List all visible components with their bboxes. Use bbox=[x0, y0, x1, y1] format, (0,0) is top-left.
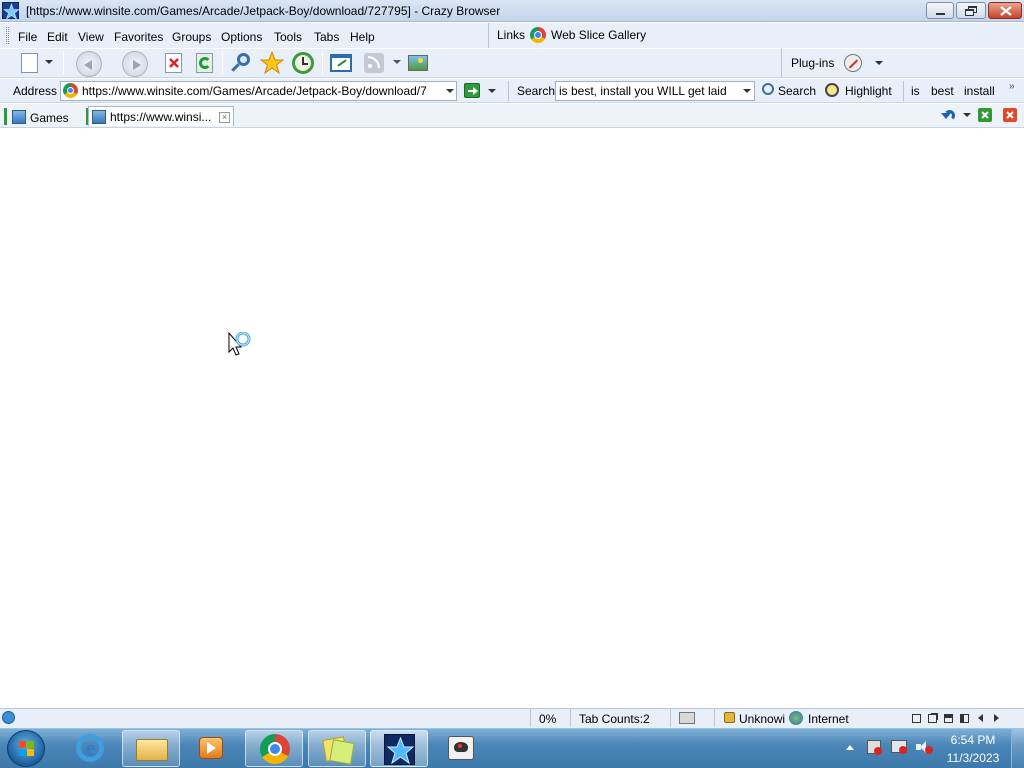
menu-options[interactable]: Options bbox=[221, 30, 262, 44]
menu-file[interactable]: File bbox=[18, 30, 37, 44]
chrome-icon bbox=[530, 27, 546, 43]
forward-icon[interactable] bbox=[122, 51, 148, 77]
tab-marker bbox=[4, 108, 7, 125]
taskbar-chrome-icon[interactable] bbox=[245, 730, 303, 767]
next-tab-icon[interactable] bbox=[994, 714, 999, 722]
status-bar bbox=[0, 708, 1024, 728]
chevron-down-icon[interactable] bbox=[743, 89, 751, 93]
taskbar-game-icon[interactable] bbox=[432, 730, 490, 767]
tab-label: Games bbox=[30, 111, 69, 125]
action-center-icon[interactable] bbox=[867, 740, 882, 755]
new-page-icon[interactable] bbox=[18, 51, 42, 75]
page-icon bbox=[12, 110, 26, 124]
title-bar: [https://www.winsite.com/Games/Arcade/Je… bbox=[0, 0, 1024, 22]
restore-button[interactable] bbox=[956, 2, 986, 19]
layout-single-icon[interactable] bbox=[912, 714, 921, 723]
tab-games[interactable]: Games bbox=[8, 106, 80, 126]
highlight-button[interactable]: Highlight bbox=[845, 84, 892, 98]
menu-view[interactable]: View bbox=[78, 30, 104, 44]
search-icon bbox=[762, 83, 774, 95]
back-icon[interactable] bbox=[76, 51, 102, 77]
menu-edit[interactable]: Edit bbox=[47, 30, 68, 44]
chevron-down-icon[interactable] bbox=[875, 61, 883, 65]
chevron-down-icon[interactable] bbox=[963, 113, 971, 117]
menu-tools[interactable]: Tools bbox=[274, 30, 302, 44]
new-window-icon[interactable] bbox=[329, 51, 353, 75]
image-viewer-icon[interactable] bbox=[406, 51, 430, 75]
favorites-star-icon[interactable] bbox=[259, 50, 285, 75]
taskbar-explorer-icon[interactable] bbox=[122, 730, 180, 767]
links-label: Links bbox=[497, 28, 526, 42]
show-desktop-button[interactable] bbox=[1011, 729, 1024, 768]
busy-cursor-icon bbox=[228, 331, 256, 361]
tab-active[interactable]: https://www.winsi... × bbox=[88, 106, 234, 126]
clock-date[interactable]: 11/3/2023 bbox=[945, 751, 1001, 765]
chevron-down-icon[interactable] bbox=[45, 60, 53, 64]
chevron-down-icon[interactable] bbox=[446, 89, 454, 93]
address-label: Address bbox=[13, 84, 58, 98]
ie-page-icon bbox=[2, 711, 15, 724]
plugins-label[interactable]: Plug-ins bbox=[791, 56, 834, 70]
chrome-icon bbox=[63, 83, 78, 98]
zone-status: Internet bbox=[808, 712, 849, 726]
go-arrow-icon[interactable] bbox=[464, 83, 480, 98]
menu-tabs[interactable]: Tabs bbox=[314, 30, 339, 44]
address-input[interactable]: https://www.winsite.com/Games/Arcade/Jet… bbox=[82, 84, 437, 98]
show-hidden-icons-icon[interactable] bbox=[846, 745, 854, 750]
printer-icon[interactable] bbox=[679, 712, 695, 724]
layout-vertical-icon[interactable] bbox=[960, 714, 969, 723]
lock-icon bbox=[724, 712, 735, 723]
stop-icon[interactable] bbox=[162, 51, 186, 75]
search-button[interactable]: Search bbox=[778, 84, 816, 98]
plugin-icon[interactable] bbox=[844, 54, 862, 72]
taskbar-ie-icon[interactable]: e bbox=[62, 730, 120, 767]
clock-time[interactable]: 6:54 PM bbox=[945, 733, 1001, 747]
highlight-icon bbox=[825, 83, 839, 97]
taskbar-sticky-notes-icon[interactable] bbox=[308, 730, 366, 767]
layout-horizontal-icon[interactable] bbox=[944, 714, 953, 723]
taskbar-media-player-icon[interactable] bbox=[182, 730, 240, 767]
search-icon[interactable] bbox=[229, 51, 253, 75]
security-status: Unknowi bbox=[739, 712, 785, 726]
layout-cascade-icon[interactable] bbox=[928, 714, 937, 723]
search-input[interactable]: is best, install you WILL get laid bbox=[559, 84, 739, 98]
network-icon[interactable] bbox=[891, 740, 907, 754]
page-icon bbox=[92, 110, 106, 124]
page-content[interactable] bbox=[0, 129, 1024, 708]
search-term-chip[interactable]: best bbox=[931, 84, 954, 98]
prev-tab-icon[interactable] bbox=[978, 714, 983, 722]
search-term-chip[interactable]: install bbox=[964, 84, 995, 98]
chevron-down-icon[interactable] bbox=[393, 60, 401, 64]
progress-text: 0% bbox=[539, 712, 557, 726]
close-other-tabs-icon[interactable] bbox=[978, 108, 992, 122]
web-slice-gallery-link[interactable]: Web Slice Gallery bbox=[551, 28, 646, 42]
window-title: [https://www.winsite.com/Games/Arcade/Je… bbox=[26, 4, 501, 18]
undo-icon[interactable] bbox=[940, 107, 956, 123]
chevron-double-right-icon[interactable]: » bbox=[1009, 81, 1015, 92]
toolbar bbox=[0, 48, 1024, 78]
menu-help[interactable]: Help bbox=[350, 30, 375, 44]
tab-counts: Tab Counts:2 bbox=[579, 712, 650, 726]
rss-feed-icon[interactable] bbox=[362, 51, 386, 75]
search-label: Search bbox=[517, 84, 556, 98]
chevron-down-icon[interactable] bbox=[488, 89, 496, 93]
tab-close-icon[interactable]: × bbox=[219, 112, 230, 123]
crazy-browser-icon bbox=[2, 2, 20, 20]
taskbar-crazy-browser-icon[interactable] bbox=[370, 730, 428, 767]
minimize-button[interactable] bbox=[926, 2, 954, 19]
volume-muted-icon[interactable] bbox=[916, 740, 933, 754]
menu-groups[interactable]: Groups bbox=[172, 30, 211, 44]
search-term-chip[interactable]: is bbox=[911, 84, 920, 98]
close-tab-icon[interactable] bbox=[1003, 108, 1017, 122]
close-button[interactable] bbox=[988, 2, 1022, 19]
refresh-icon[interactable] bbox=[193, 51, 217, 75]
tab-label: https://www.winsi... bbox=[110, 110, 212, 124]
menu-favorites[interactable]: Favorites bbox=[114, 30, 163, 44]
globe-icon bbox=[789, 711, 803, 725]
history-icon[interactable] bbox=[291, 51, 315, 75]
start-button[interactable] bbox=[7, 730, 45, 767]
